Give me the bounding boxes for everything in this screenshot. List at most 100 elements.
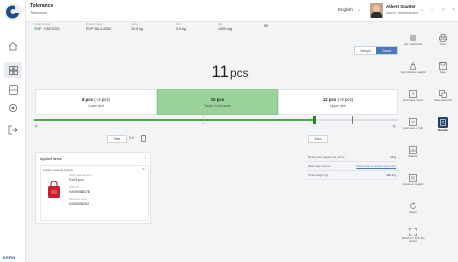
action-label: Reset xyxy=(409,211,417,214)
upper-limit-label: Upper limit xyxy=(330,103,346,108)
user-menu-chevron-icon[interactable]: ⌄ xyxy=(420,7,424,13)
info-value: 10.5 kg xyxy=(131,27,143,31)
customer-register-button[interactable]: Customer register xyxy=(398,170,428,196)
maximize-icon[interactable]: □ xyxy=(442,7,445,13)
reset-icon xyxy=(409,201,418,210)
save-button[interactable]: Save xyxy=(428,58,458,84)
upper-limit-delta: (+2 pcs) xyxy=(337,96,354,102)
statistic-button[interactable]: Statistic xyxy=(398,142,428,168)
info-label: Net xyxy=(218,23,223,26)
close-icon[interactable]: ⊗ xyxy=(142,167,145,171)
logout-icon[interactable] xyxy=(7,124,19,136)
print-icon xyxy=(439,33,448,42)
fullscreen-button[interactable]: Switch to / from full screen xyxy=(398,224,428,250)
auto-full-icon xyxy=(409,117,418,126)
list-icon xyxy=(409,33,418,42)
target-card: 10 pcs Target in tolerance xyxy=(157,89,278,115)
auto-full-button[interactable]: Auto-save + Full xyxy=(398,114,428,140)
expand-icon[interactable]: ∓ xyxy=(392,124,396,130)
reset-button[interactable]: Reset xyxy=(398,198,428,224)
info-label: Tare xyxy=(176,23,182,26)
results-button[interactable]: Results xyxy=(428,114,458,140)
toggle-count[interactable]: Count xyxy=(376,47,397,54)
lower-limit-card: 8 pcs (−2 pcs) Lower limit xyxy=(35,89,157,115)
app-window: KERN Tolerance Tolerance English ⌄ Alber… xyxy=(0,0,458,262)
avatar[interactable] xyxy=(370,3,383,18)
customer-icon xyxy=(409,173,418,182)
home-icon[interactable] xyxy=(7,40,19,52)
language-select[interactable]: English xyxy=(338,7,353,12)
target-value: 10 pcs xyxy=(210,96,225,102)
scale-icon[interactable] xyxy=(141,135,146,142)
upper-limit-card: 12 pcs (+2 pcs) Upper limit xyxy=(278,89,398,115)
save-print-button[interactable]: Save and print xyxy=(428,86,458,112)
info-label: Serial number xyxy=(34,23,51,26)
product-image-icon xyxy=(48,181,60,198)
panel-title: Applied items xyxy=(40,157,62,161)
tare-button[interactable]: Tare xyxy=(107,135,127,143)
info-table-row: Warnings source Click here to create new… xyxy=(306,162,398,171)
info-table-row: Reference weight per piece 10 g xyxy=(306,153,398,162)
save-print-icon xyxy=(439,89,448,98)
info-label: Product name xyxy=(86,23,103,26)
create-entry-link[interactable]: Click here to create new entry xyxy=(356,164,396,168)
info-table-row: Total weight (g) 110.0 g xyxy=(306,171,398,180)
info-key: Reference weight per piece xyxy=(308,155,345,159)
database-icon[interactable] xyxy=(7,84,19,96)
action-label: Print xyxy=(440,43,446,46)
page-subtitle: Tolerance xyxy=(30,10,48,15)
statistic-icon xyxy=(409,145,418,154)
applied-item-card: Applied material (object) ⊗ Article mate… xyxy=(40,165,149,221)
auto-save-button[interactable]: Auto-save / timer xyxy=(398,86,428,112)
result-value: 11 xyxy=(211,62,229,81)
header-bar: Tolerance Tolerance English ⌄ Albert Sau… xyxy=(26,0,458,22)
app-logo-icon xyxy=(4,3,22,21)
action-label: Results xyxy=(438,129,448,132)
item-name-label: Article material name xyxy=(69,174,92,177)
settings-icon[interactable] xyxy=(7,102,19,114)
item-name: Foil 5 pcs xyxy=(69,177,84,182)
brand-logo: KERN xyxy=(3,255,16,260)
chevron-up-icon[interactable]: ⌃ xyxy=(144,156,147,161)
result-display: 11pcs xyxy=(170,62,290,82)
upper-limit-tick xyxy=(352,116,353,124)
action-label: Save and print xyxy=(434,99,452,102)
results-icon xyxy=(438,117,448,128)
info-value: KDF2023 xyxy=(44,27,60,31)
item-id: HAS9088D7B xyxy=(69,189,91,194)
right-action-bar: List / switch tab Print Set reference we… xyxy=(398,22,458,262)
zero-button[interactable]: Zero xyxy=(308,135,328,143)
info-value: 1000 mg xyxy=(218,27,232,31)
target-marker-top xyxy=(203,116,205,118)
print-button[interactable]: Print xyxy=(428,30,458,56)
item-ref: HAS8394052 xyxy=(69,201,90,206)
toggle-weight[interactable]: Weight xyxy=(355,47,376,54)
collapse-icon[interactable]: ∓ xyxy=(34,124,38,130)
list-button[interactable]: List / switch tab xyxy=(398,30,428,56)
page-title: Tolerance xyxy=(30,3,54,9)
info-value: 110.0 g xyxy=(386,173,396,177)
set-reference-button[interactable]: Set reference weight xyxy=(398,58,428,84)
tolerance-fill xyxy=(34,119,315,121)
info-value: 0.0 kg xyxy=(176,27,186,31)
user-role: Admin, Administrator xyxy=(386,11,419,15)
item-ref-label: Reference name xyxy=(69,198,87,201)
lower-limit-value: 8 pcs xyxy=(82,96,94,102)
action-label: Save xyxy=(439,71,447,74)
minimize-icon[interactable]: – xyxy=(431,7,434,13)
weight-icon xyxy=(409,61,418,70)
status-badge: TOP xyxy=(34,27,42,31)
chevron-down-icon[interactable]: ⌄ xyxy=(357,7,360,12)
info-label: Gross xyxy=(131,23,138,26)
save-icon xyxy=(439,61,448,70)
tolerance-slider-handle[interactable] xyxy=(312,116,316,124)
lower-limit-label: Lower limit xyxy=(88,103,104,108)
timer-icon xyxy=(409,89,418,98)
weight-count-toggle[interactable]: Weight Count xyxy=(354,46,398,55)
grid-icon[interactable] xyxy=(4,62,22,78)
action-label: Auto-save / timer xyxy=(402,99,424,102)
upper-limit-value: 12 pcs xyxy=(322,96,337,102)
close-icon[interactable]: × xyxy=(452,7,455,13)
target-label: Target in tolerance xyxy=(203,103,232,108)
info-key: Total weight (g) xyxy=(308,173,329,177)
